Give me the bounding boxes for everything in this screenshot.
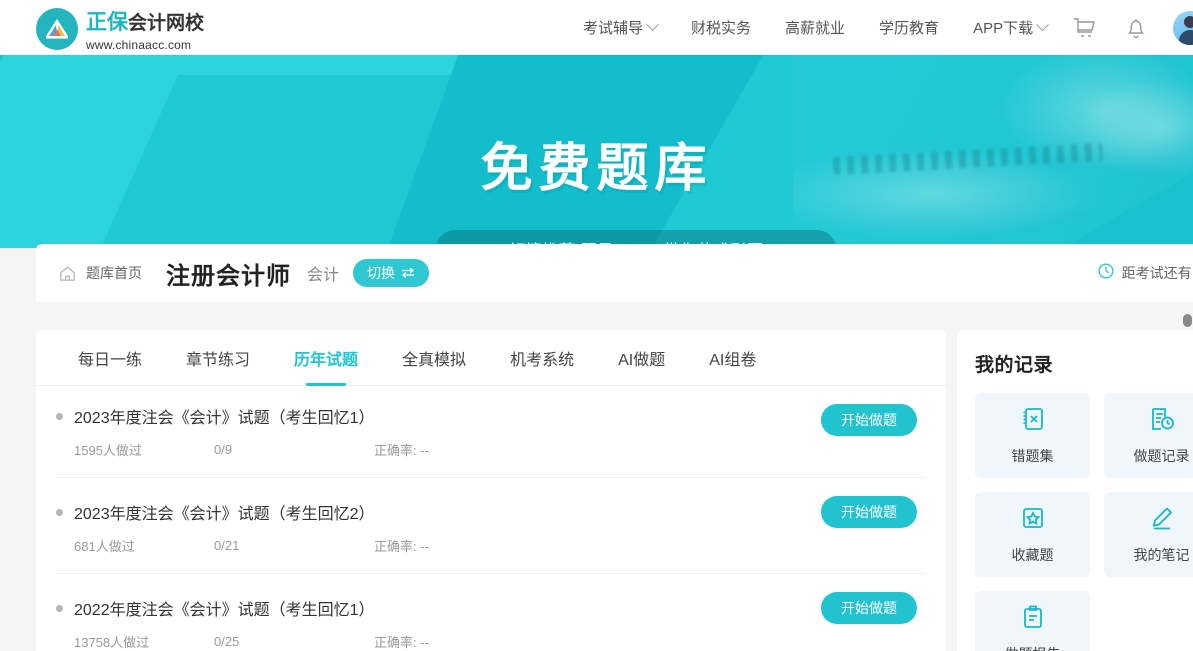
- table-row[interactable]: 2023年度注会《会计》试题（考生回忆1） 1595人做过 0/9 正确率: -…: [56, 386, 926, 478]
- history-record-icon: [1148, 405, 1176, 438]
- exam-paper-title-row: 2022年度注会《会计》试题（考生回忆1）: [56, 596, 926, 620]
- tab-daily-practice[interactable]: 每日一练: [56, 330, 164, 386]
- books-logo-icon: [36, 8, 78, 50]
- banner-title: 免费题库: [480, 140, 713, 198]
- start-practice-button[interactable]: 开始做题: [821, 496, 917, 528]
- bullet-dot-icon: [56, 604, 63, 612]
- accuracy-rate: 正确率: --: [374, 443, 429, 458]
- page-title: 注册会计师: [166, 262, 291, 290]
- tab-label: 每日一练: [78, 351, 143, 369]
- logo-url-text: www.chinaacc.com: [86, 38, 192, 52]
- bullet-dot-icon: [56, 412, 63, 420]
- nav-icon-group: [1069, 0, 1193, 55]
- my-records-title: 我的记录: [975, 355, 1054, 376]
- main-menu: 考试辅导 财税实务 高薪就业 学历教育 APP下载: [566, 0, 1064, 55]
- nav-item-high-salary-jobs[interactable]: 高薪就业: [768, 0, 862, 55]
- tile-practice-history[interactable]: 做题记录: [1104, 393, 1193, 478]
- star-bookmark-icon: [1019, 504, 1047, 537]
- start-practice-button[interactable]: 开始做题: [821, 404, 917, 436]
- scrollbar-thumb[interactable]: [1183, 314, 1192, 327]
- tab-label: AI做题: [618, 351, 666, 369]
- nav-label: 考试辅导: [583, 20, 644, 37]
- exam-paper-title[interactable]: 2022年度注会《会计》试题（考生回忆1）: [74, 596, 375, 620]
- question-bank-main-card: 每日一练 章节练习 历年试题 全真模拟 机考系统 AI做题 AI组卷 2023年…: [36, 330, 946, 651]
- nav-label: 高薪就业: [785, 20, 846, 37]
- exam-paper-meta: 13758人做过 0/25 正确率: --: [56, 632, 926, 651]
- exam-paper-title-row: 2023年度注会《会计》试题（考生回忆2）: [56, 500, 926, 524]
- page-root: 正保 会计网校 www.chinaacc.com 考试辅导 财税实务 高薪就业 …: [0, 0, 1193, 651]
- hero-banner: 免费题库 倾情推荐 题量10W+ 带你花式刷题: [0, 55, 1193, 248]
- nav-label: 财税实务: [691, 20, 752, 37]
- wrong-question-book-icon: [1019, 405, 1047, 438]
- nav-item-tax-practice[interactable]: 财税实务: [674, 0, 768, 55]
- tab-label: AI组卷: [709, 351, 757, 369]
- home-icon[interactable]: [58, 264, 77, 283]
- switch-button-label: 切换: [367, 265, 396, 281]
- my-records-tile-grid: 错题集 做题记录 收藏题 我的笔记: [975, 393, 1193, 651]
- table-row[interactable]: 2023年度注会《会计》试题（考生回忆2） 681人做过 0/21 正确率: -…: [56, 478, 926, 574]
- logo-secondary-text: 会计网校: [128, 13, 205, 34]
- bullet-dot-icon: [56, 508, 63, 516]
- attempt-count: 13758人做过: [74, 635, 150, 650]
- countdown-group: 距考试还有 162: [1097, 262, 1193, 285]
- exam-paper-list: 2023年度注会《会计》试题（考生回忆1） 1595人做过 0/9 正确率: -…: [36, 386, 946, 651]
- tab-bar: 每日一练 章节练习 历年试题 全真模拟 机考系统 AI做题 AI组卷: [36, 330, 946, 386]
- tab-computer-exam-system[interactable]: 机考系统: [488, 330, 596, 386]
- tab-ai-practice[interactable]: AI做题: [596, 330, 687, 386]
- clipboard-report-icon: [1019, 603, 1047, 636]
- bell-icon[interactable]: [1121, 13, 1151, 43]
- tab-full-simulation[interactable]: 全真模拟: [380, 330, 488, 386]
- exam-paper-title[interactable]: 2023年度注会《会计》试题（考生回忆1）: [74, 404, 375, 428]
- page-scrollbar[interactable]: [1181, 0, 1193, 651]
- site-logo[interactable]: 正保 会计网校 www.chinaacc.com: [36, 6, 204, 52]
- progress-count: 0/9: [214, 442, 233, 457]
- tab-label: 章节练习: [186, 351, 251, 369]
- tab-label: 全真模拟: [402, 351, 467, 369]
- tile-wrong-questions[interactable]: 错题集: [975, 393, 1090, 478]
- breadcrumb[interactable]: 题库首页: [86, 263, 142, 283]
- tab-chapter-practice[interactable]: 章节练习: [164, 330, 272, 386]
- nav-label: APP下载: [973, 20, 1034, 37]
- tile-label: 做题报告: [1005, 644, 1061, 651]
- accuracy-rate: 正确率: --: [374, 635, 429, 650]
- exam-paper-meta: 1595人做过 0/9 正确率: --: [56, 440, 926, 459]
- exam-paper-meta: 681人做过 0/21 正确率: --: [56, 536, 926, 555]
- tile-favorite-questions[interactable]: 收藏题: [975, 492, 1090, 577]
- attempt-count: 1595人做过: [74, 443, 142, 458]
- tile-label: 收藏题: [1011, 547, 1054, 563]
- subject-label: 会计: [307, 267, 340, 284]
- switch-subject-button[interactable]: 切换: [353, 259, 430, 287]
- swap-arrows-icon: [401, 265, 415, 281]
- progress-count: 0/25: [214, 634, 240, 649]
- attempt-count: 681人做过: [74, 539, 135, 554]
- cart-icon[interactable]: [1069, 13, 1099, 43]
- start-practice-button[interactable]: 开始做题: [821, 592, 917, 624]
- chevron-down-icon: [646, 18, 659, 32]
- exam-header-card: 题库首页 注册会计师 会计 切换 距考试还有 162: [36, 244, 1193, 302]
- tab-label: 机考系统: [510, 351, 575, 369]
- table-row[interactable]: 2022年度注会《会计》试题（考生回忆1） 13758人做过 0/25 正确率:…: [56, 574, 926, 651]
- my-records-panel: 我的记录 错题集 做题记录 收藏题 我的笔记: [957, 330, 1193, 651]
- tile-practice-report[interactable]: 做题报告: [975, 591, 1090, 651]
- progress-count: 0/21: [214, 538, 240, 553]
- tile-label: 错题集: [1011, 448, 1054, 464]
- top-navigation-bar: 正保 会计网校 www.chinaacc.com 考试辅导 财税实务 高薪就业 …: [0, 0, 1193, 55]
- exam-paper-title[interactable]: 2023年度注会《会计》试题（考生回忆2）: [74, 500, 375, 524]
- accuracy-rate: 正确率: --: [374, 539, 429, 554]
- nav-label: 学历教育: [879, 20, 940, 37]
- tab-past-exams[interactable]: 历年试题: [272, 330, 380, 386]
- logo-primary-text: 正保: [86, 11, 128, 34]
- clock-icon: [1097, 262, 1115, 285]
- pencil-note-icon: [1148, 504, 1176, 537]
- tab-ai-paper-builder[interactable]: AI组卷: [687, 330, 778, 386]
- nav-item-exam-tutoring[interactable]: 考试辅导: [566, 0, 674, 55]
- chevron-down-icon: [1036, 18, 1049, 32]
- tab-label: 历年试题: [294, 351, 359, 369]
- nav-item-app-download[interactable]: APP下载: [956, 0, 1064, 55]
- tile-my-notes[interactable]: 我的笔记: [1104, 492, 1193, 577]
- nav-item-degree-education[interactable]: 学历教育: [862, 0, 956, 55]
- exam-paper-title-row: 2023年度注会《会计》试题（考生回忆1）: [56, 404, 926, 428]
